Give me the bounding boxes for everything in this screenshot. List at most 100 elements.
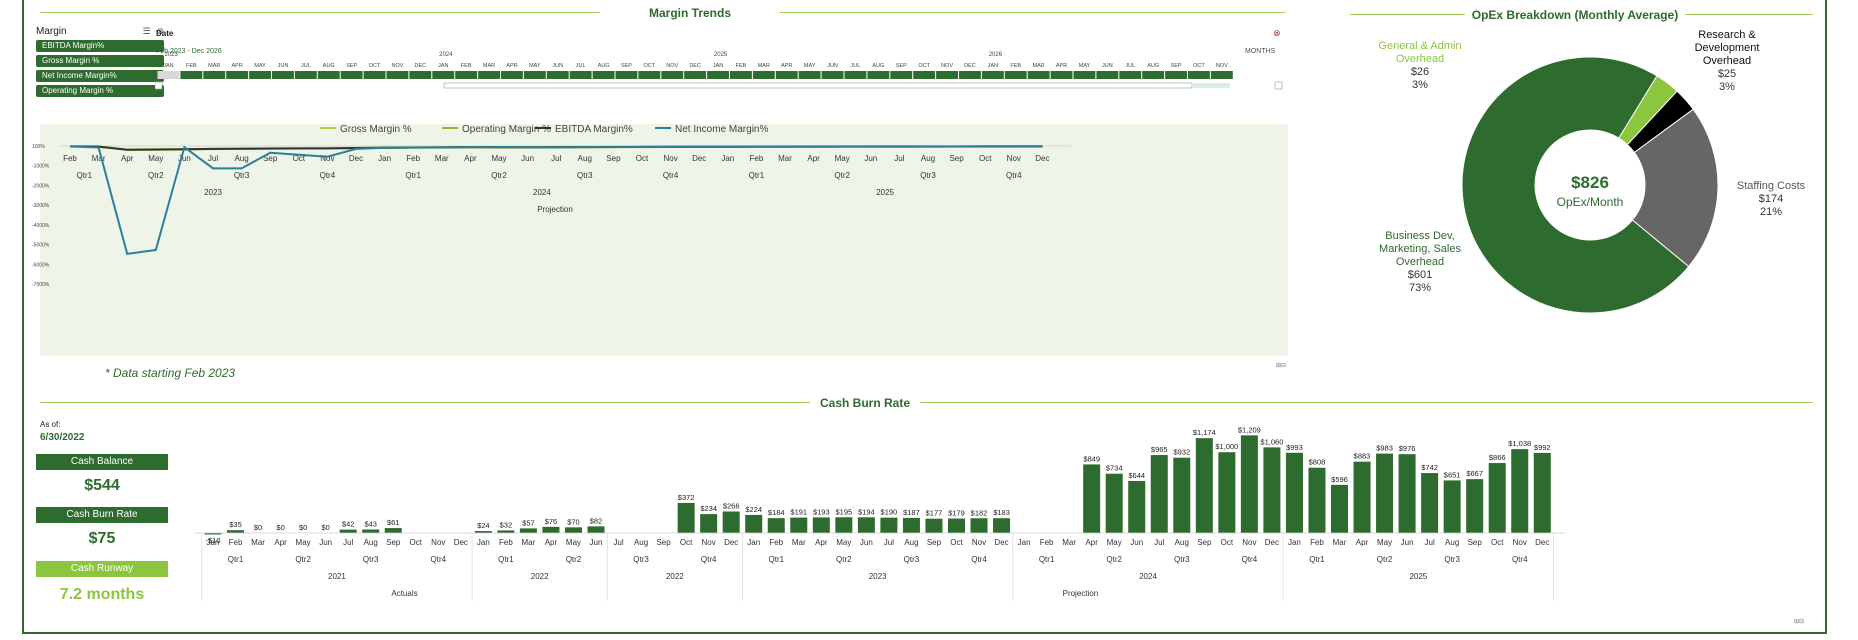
opex-rule-left xyxy=(1350,14,1465,15)
x-month-label: Apr xyxy=(1356,538,1369,547)
bar xyxy=(1218,452,1236,533)
x-month-label: May xyxy=(1107,538,1122,547)
bar xyxy=(1240,435,1258,533)
bar xyxy=(564,527,582,533)
timeline-month-label: AUG xyxy=(323,63,335,69)
bar-label: $182 xyxy=(971,508,988,517)
x-month-label: Oct xyxy=(979,154,992,163)
x-quarter-label: Qtr1 xyxy=(749,171,765,180)
timeline-month-label: MAR xyxy=(1033,63,1045,69)
bar xyxy=(1376,453,1394,533)
timeline-month-cell xyxy=(272,71,294,79)
bar-label: $983 xyxy=(1376,444,1393,453)
x-month-label: Dec xyxy=(1265,538,1279,547)
slicer-item-ebitda[interactable]: EBITDA Margin% xyxy=(36,40,164,52)
timeline-month-cell xyxy=(340,71,363,79)
timeline-month-label: APR xyxy=(1056,63,1067,69)
chart-expand-buttons[interactable]: ⊞⊟ xyxy=(1276,362,1286,369)
timeline-month-label: AUG xyxy=(872,63,884,69)
x-year-label: 2025 xyxy=(876,188,894,197)
bar xyxy=(835,517,853,533)
bar xyxy=(519,528,537,533)
slicer-item-gross[interactable]: Gross Margin % xyxy=(36,55,164,67)
bar xyxy=(970,518,988,533)
x-quarter-label: Qtr3 xyxy=(633,555,649,564)
x-month-label: Apr xyxy=(815,538,828,547)
x-month-label: Jul xyxy=(343,538,353,547)
bar-label: $808 xyxy=(1309,458,1326,467)
x-month-label: Feb xyxy=(229,538,243,547)
x-month-label: Mar xyxy=(522,538,536,547)
bar-label: $0 xyxy=(321,523,329,532)
x-month-label: Sep xyxy=(1468,538,1483,547)
bar-label: $1,209 xyxy=(1238,425,1261,434)
label-rd-name: Research & Development Overhead xyxy=(1694,29,1760,67)
opex-donut-chart: $826 OpEx/Month xyxy=(1461,56,1719,314)
bar xyxy=(722,511,740,533)
timeline-month-cell xyxy=(775,71,798,79)
x-quarter-label: Qtr1 xyxy=(1309,555,1325,564)
bar-label: $70 xyxy=(567,517,580,526)
bar xyxy=(1443,480,1461,533)
label-bizdev-value: $601 xyxy=(1407,269,1433,281)
bar-label: $0 xyxy=(299,523,307,532)
date-timeline: Date Feb 2023 - Dec 2026 MONTHS ⊗ JAN FEB… xyxy=(155,26,1285,106)
bar-label: $179 xyxy=(948,509,965,518)
bar xyxy=(1285,452,1303,533)
timeline-scroll-right xyxy=(1274,81,1283,90)
timeline-month-label: JAN xyxy=(163,63,173,69)
timeline-month-label: NOV xyxy=(391,63,403,69)
x-quarter-label: Qtr4 xyxy=(1242,555,1258,564)
bar-label: $849 xyxy=(1083,454,1100,463)
x-month-label: Nov xyxy=(1513,538,1527,547)
timeline-bar[interactable]: JAN FEB MAR APR MAY JUN JUL AUG SEP OCT NOV DEC JAN F… xyxy=(155,26,1285,106)
timeline-month-label: APR xyxy=(231,63,242,69)
bar-chart-expand-buttons[interactable]: ⊞⊟ xyxy=(1794,618,1804,625)
x-month-label: Mar xyxy=(435,154,449,163)
x-quarter-label: Qtr3 xyxy=(1444,555,1460,564)
timeline-month-label: MAR xyxy=(208,63,220,69)
timeline-month-label: SEP xyxy=(621,63,632,69)
x-quarter-label: Qtr1 xyxy=(1039,555,1055,564)
timeline-scroll-track xyxy=(1192,83,1230,88)
x-month-label: Aug xyxy=(1175,538,1189,547)
slicer-item-operating[interactable]: Operating Margin % xyxy=(36,85,164,97)
x-month-label: Dec xyxy=(724,538,738,547)
bar xyxy=(857,517,875,533)
timeline-month-label: NOV xyxy=(1216,63,1228,69)
multi-select-icon[interactable]: ☰ xyxy=(143,26,151,36)
legend-label: EBITDA Margin% xyxy=(555,124,633,135)
timeline-month-cell xyxy=(1188,71,1210,79)
bar xyxy=(1533,452,1551,533)
timeline-month-cell xyxy=(226,71,249,79)
bar-label: $57 xyxy=(522,518,535,527)
bar-label: $193 xyxy=(813,507,830,516)
x-month-label: Jan xyxy=(378,154,391,163)
bar xyxy=(1308,467,1326,533)
x-quarter-label: Qtr3 xyxy=(363,555,379,564)
margin-trends-title: Margin Trends xyxy=(648,6,731,20)
label-ga-pct: 3% xyxy=(1412,79,1428,91)
x-month-label: Feb xyxy=(63,154,77,163)
x-quarter-label: Qtr4 xyxy=(971,555,987,564)
bar xyxy=(1150,455,1168,533)
x-month-label: Feb xyxy=(406,154,420,163)
bar-label: $35 xyxy=(229,520,242,529)
timeline-year-label: 2025 xyxy=(714,52,728,58)
timeline-month-cell xyxy=(707,71,729,79)
slicer-item-net-income[interactable]: Net Income Margin% xyxy=(36,70,164,82)
bar-label: $76 xyxy=(545,517,558,526)
x-month-label: Mar xyxy=(792,538,806,547)
x-month-label: Jun xyxy=(864,154,877,163)
x-month-label: Sep xyxy=(606,154,621,163)
cash-rule-left xyxy=(40,402,810,403)
timeline-month-cell xyxy=(386,71,409,79)
cash-runway-value: 7.2 months xyxy=(59,586,145,603)
timeline-month-label: NOV xyxy=(666,63,678,69)
y-tick-label: -7000% xyxy=(32,282,50,288)
bar xyxy=(1488,463,1506,533)
timeline-month-label: NOV xyxy=(941,63,953,69)
x-month-label: Jul xyxy=(613,538,623,547)
x-quarter-label: Qtr1 xyxy=(405,171,421,180)
bar-label: $1,174 xyxy=(1193,428,1216,437)
